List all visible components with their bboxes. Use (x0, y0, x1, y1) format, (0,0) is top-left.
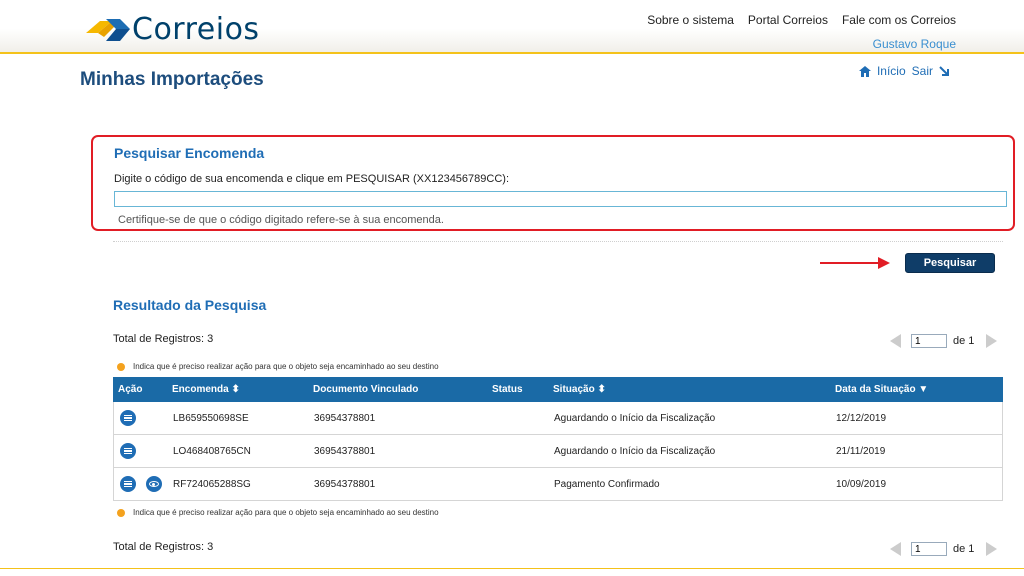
page-count-label: de 1 (953, 543, 975, 555)
search-instruction: Digite o código de sua encomenda e cliqu… (114, 173, 510, 185)
action-note-text: Indica que é preciso realizar ação para … (133, 508, 439, 517)
details-icon[interactable] (120, 410, 136, 426)
search-panel: Pesquisar Encomenda Digite o código de s… (91, 135, 1015, 231)
pagination-bottom: de 1 (890, 542, 998, 556)
header-status: Status (492, 384, 523, 395)
header-situacao[interactable]: Situação ⬍ (553, 384, 606, 395)
next-page-icon[interactable] (986, 542, 998, 556)
logout-arrow-icon[interactable] (939, 65, 950, 77)
action-note-bottom: Indica que é preciso realizar ação para … (117, 508, 439, 517)
correios-logo-icon (86, 19, 130, 41)
view-eye-icon[interactable] (146, 476, 162, 492)
cell-situacao: Pagamento Confirmado (554, 479, 660, 490)
previous-page-icon[interactable] (890, 334, 901, 348)
nav-portal-correios[interactable]: Portal Correios (748, 13, 828, 27)
logout-link[interactable]: Sair (912, 64, 933, 78)
cell-situacao: Aguardando o Início da Fiscalização (554, 413, 716, 424)
cell-situacao: Aguardando o Início da Fiscalização (554, 446, 716, 457)
divider (113, 241, 1003, 242)
table-header: Ação Encomenda ⬍ Documento Vinculado Sta… (113, 377, 1003, 402)
warning-dot-icon (117, 508, 125, 517)
pagination-top: de 1 (890, 334, 998, 348)
header-documento: Documento Vinculado (313, 384, 419, 395)
header: Correios Sobre o sistema Portal Correios… (0, 0, 1024, 54)
nav-sobre-sistema[interactable]: Sobre o sistema (647, 13, 734, 27)
tracking-code-input[interactable] (114, 191, 1007, 207)
cell-data: 10/09/2019 (836, 479, 887, 490)
results-table: Ação Encomenda ⬍ Documento Vinculado Sta… (113, 377, 1003, 501)
table-row: LO468408765CN 36954378801 Aguardando o I… (113, 435, 1003, 468)
search-hint: Certifique-se de que o código digitado r… (118, 214, 444, 226)
cell-data: 12/12/2019 (836, 413, 887, 424)
search-button[interactable]: Pesquisar (905, 253, 995, 273)
header-data[interactable]: Data da Situação ▼ (835, 384, 928, 395)
cell-data: 21/11/2019 (836, 446, 886, 457)
previous-page-icon[interactable] (890, 542, 901, 556)
cell-documento: 36954378801 (314, 446, 376, 457)
cell-encomenda: LO468408765CN (173, 446, 251, 457)
cell-documento: 36954378801 (314, 413, 376, 424)
home-icon[interactable] (858, 65, 871, 77)
page-count-label: de 1 (953, 335, 975, 347)
top-navigation: Sobre o sistema Portal Correios Fale com… (647, 13, 956, 27)
table-row: LB659550698SE 36954378801 Aguardando o I… (113, 402, 1003, 435)
details-icon[interactable] (120, 443, 136, 459)
header-acao: Ação (118, 384, 143, 395)
cell-encomenda: LB659550698SE (173, 413, 249, 424)
page-number-input[interactable] (911, 542, 947, 556)
page-number-input[interactable] (911, 334, 947, 348)
next-page-icon[interactable] (986, 334, 998, 348)
action-note-top: Indica que é preciso realizar ação para … (117, 362, 439, 371)
correios-logo[interactable]: Correios (86, 12, 260, 48)
header-encomenda[interactable]: Encomenda ⬍ (172, 384, 240, 395)
results-title: Resultado da Pesquisa (113, 297, 267, 313)
footer-line (0, 568, 1024, 569)
search-title: Pesquisar Encomenda (114, 145, 265, 161)
page-title: Minhas Importações (80, 69, 264, 90)
logo-text: Correios (132, 12, 260, 47)
home-link[interactable]: Início (877, 64, 906, 78)
total-records-top: Total de Registros: 3 (113, 333, 214, 345)
cell-encomenda: RF724065288SG (173, 479, 251, 490)
action-note-text: Indica que é preciso realizar ação para … (133, 362, 439, 371)
total-records-bottom: Total de Registros: 3 (113, 541, 214, 553)
user-name[interactable]: Gustavo Roque (873, 37, 956, 51)
nav-fale-conosco[interactable]: Fale com os Correios (842, 13, 956, 27)
cell-documento: 36954378801 (314, 479, 376, 490)
page: Correios Sobre o sistema Portal Correios… (0, 0, 1024, 576)
warning-dot-icon (117, 362, 125, 371)
red-arrow-icon (820, 257, 890, 269)
quick-links: Início Sair (858, 64, 950, 78)
table-row: RF724065288SG 36954378801 Pagamento Conf… (113, 468, 1003, 501)
details-icon[interactable] (120, 476, 136, 492)
